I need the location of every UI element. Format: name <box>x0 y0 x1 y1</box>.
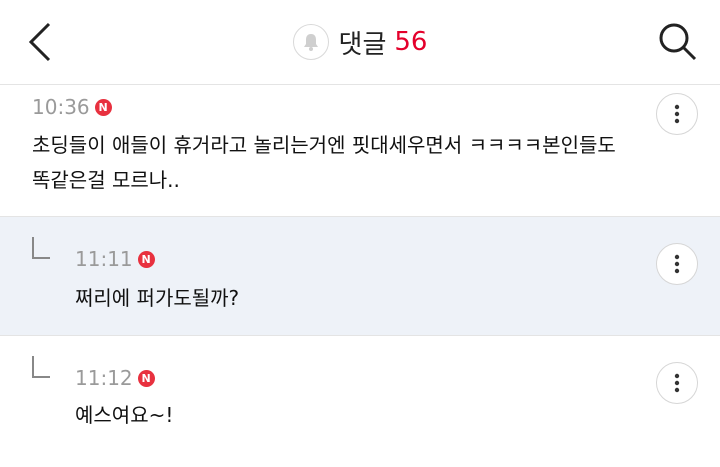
comment-count: 56 <box>394 27 428 57</box>
notification-toggle[interactable] <box>292 24 329 60</box>
comment-time: 11:11 N <box>75 247 155 271</box>
more-vertical-icon <box>674 254 680 274</box>
reply-item: 11:12 N 예스여요~! <box>0 336 720 467</box>
page-title: 댓글 <box>338 29 387 60</box>
comment-text: 쩌리에 퍼가도될까? <box>75 286 240 310</box>
comment-time: 10:36 N <box>32 95 112 119</box>
reply-indicator-icon <box>32 237 50 259</box>
comment-time: 11:12 N <box>75 366 155 390</box>
new-badge: N <box>94 98 112 116</box>
header-title-group: 댓글 56 <box>0 22 720 62</box>
more-options-button[interactable] <box>656 362 698 404</box>
bell-icon <box>303 34 318 51</box>
more-options-button[interactable] <box>656 93 698 135</box>
comment-text: 초딩들이 애들이 휴거라고 놀리는거엔 핏대세우면서 ㅋㅋㅋㅋ본인들도 똑같은걸… <box>32 133 616 192</box>
search-icon <box>659 23 697 61</box>
new-badge: N <box>137 369 155 387</box>
new-badge: N <box>137 250 155 268</box>
more-vertical-icon <box>674 373 680 393</box>
comment-text: 예스여요~! <box>75 403 174 427</box>
comment-item: 10:36 N 초딩들이 애들이 휴거라고 놀리는거엔 핏대세우면서 ㅋㅋㅋㅋ본… <box>0 85 720 217</box>
reply-indicator-icon <box>32 356 50 378</box>
more-options-button[interactable] <box>656 243 698 285</box>
more-vertical-icon <box>674 104 680 124</box>
reply-item: 11:11 N 쩌리에 퍼가도될까? <box>0 217 720 336</box>
search-button[interactable] <box>654 18 702 66</box>
top-bar: 댓글 56 <box>0 0 720 85</box>
